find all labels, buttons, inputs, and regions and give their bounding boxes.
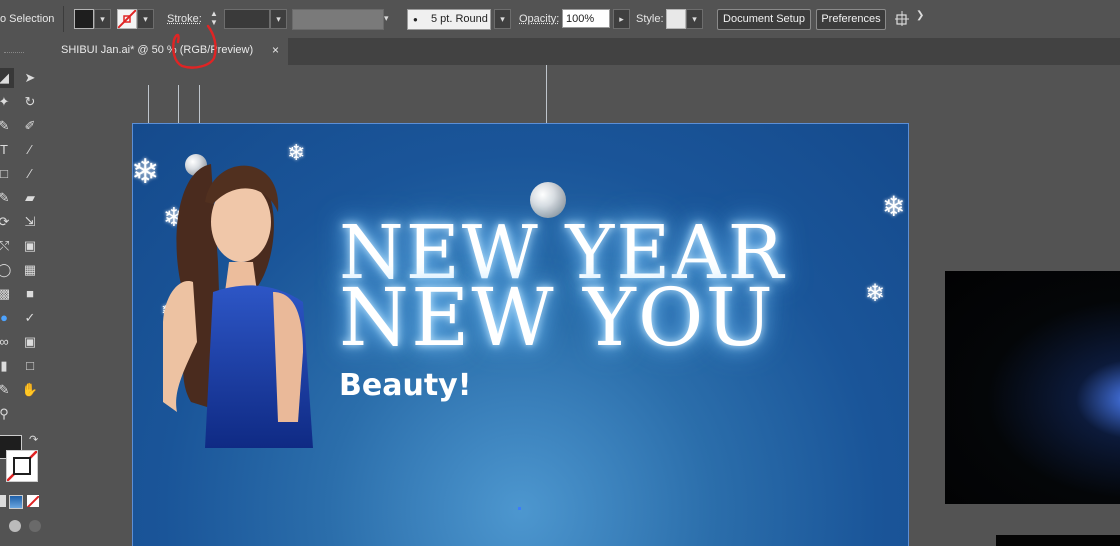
blend-icon[interactable]: ∞ <box>0 332 14 352</box>
stroke-swatch[interactable] <box>117 9 137 29</box>
opacity-field[interactable]: 100% <box>562 9 610 28</box>
brush-definition[interactable]: ● 5 pt. Round <box>407 9 491 30</box>
stroke-weight-dropdown-icon[interactable]: ▾ <box>270 9 287 29</box>
snowflake-icon: ❄ <box>865 280 886 307</box>
curvature-icon[interactable]: ✐ <box>20 116 40 136</box>
graph-icon[interactable]: ▮ <box>0 356 14 376</box>
preferences-button[interactable]: Preferences <box>816 9 886 30</box>
red-annotation-mark <box>172 24 217 69</box>
document-setup-button[interactable]: Document Setup <box>717 9 811 30</box>
style-dropdown-icon[interactable]: ▾ <box>686 9 703 29</box>
gradient-mode-icon[interactable] <box>9 495 23 509</box>
zoom-icon[interactable]: ⚲ <box>0 404 14 424</box>
scale-icon[interactable]: ⇲ <box>20 212 40 232</box>
draw-mode-icon[interactable] <box>9 520 21 532</box>
shape-builder-icon[interactable]: ◯ <box>0 260 14 280</box>
rectangle-icon[interactable]: □ <box>0 164 14 184</box>
selection-tool-icon[interactable]: ◢ <box>0 68 14 88</box>
placed-image-dark[interactable] <box>996 535 1120 546</box>
pen-icon[interactable]: ✎ <box>0 116 14 136</box>
beauty-subtext: Beauty! <box>339 368 472 403</box>
canvas-workspace[interactable]: ❄ ❄ ❄ ❄ ❄ ❄ NEW YEAR NEW YOU Beauty! <box>52 65 1120 546</box>
opacity-arrow-icon[interactable]: ▸ <box>613 9 630 29</box>
divider <box>63 6 64 32</box>
mesh-icon[interactable]: ▩ <box>0 284 14 304</box>
quick-actions-icon[interactable] <box>894 10 912 28</box>
profile-dropdown-icon[interactable]: ▾ <box>384 9 398 28</box>
eyedropper-icon[interactable]: ● <box>0 308 14 328</box>
shaper-icon[interactable]: ✎ <box>0 188 14 208</box>
opacity-label: Opacity: <box>519 13 560 25</box>
stroke-dropdown-icon[interactable]: ▾ <box>137 9 154 29</box>
free-transform-icon[interactable]: ▣ <box>20 236 40 256</box>
screen-mode-icon[interactable] <box>29 520 41 532</box>
stroke-weight-field[interactable] <box>224 9 270 29</box>
brush-dot-icon: ● <box>413 15 418 24</box>
document-tab-title: SHIBUI Jan.ai* @ 50 % (RGB/Preview) <box>61 44 254 56</box>
rotate-icon[interactable]: ⟳ <box>0 212 14 232</box>
selection-label: o Selection <box>0 13 55 25</box>
style-swatch[interactable] <box>666 9 686 29</box>
artboard-tool-icon[interactable]: □ <box>20 356 40 376</box>
fill-dropdown-icon[interactable]: ▾ <box>94 9 111 29</box>
chevron-down-icon[interactable]: ❯ <box>916 10 924 21</box>
eraser-icon[interactable]: ▰ <box>20 188 40 208</box>
tools-panel: ◢ ➤ ✦ ↻ ✎ ✐ T ∕ □ ∕ ✎ ▰ ⟳ ⇲ ⤲ ▣ ◯ ▦ ▩ ■ … <box>0 38 53 546</box>
model-photo <box>163 164 313 448</box>
width-icon[interactable]: ⤲ <box>0 236 14 256</box>
placed-image-light-flare[interactable] <box>945 271 1120 504</box>
snowflake-icon: ❄ <box>882 191 906 222</box>
artboard[interactable]: ❄ ❄ ❄ ❄ ❄ ❄ NEW YEAR NEW YOU Beauty! <box>132 123 909 546</box>
lasso-icon[interactable]: ↻ <box>20 92 40 112</box>
brush-dropdown-icon[interactable]: ▾ <box>494 9 511 29</box>
close-icon[interactable]: × <box>272 38 279 63</box>
color-mode-icon[interactable] <box>0 495 6 507</box>
swap-colors-icon[interactable]: ↷ <box>29 433 38 446</box>
perspective-icon[interactable]: ▦ <box>20 260 40 280</box>
hand-icon[interactable]: ✋ <box>20 380 40 400</box>
panel-grip[interactable] <box>4 52 24 55</box>
line-icon[interactable]: ∕ <box>20 140 40 160</box>
gradient-icon[interactable]: ■ <box>20 284 40 304</box>
type-icon[interactable]: T <box>0 140 14 160</box>
symbol-sprayer-icon[interactable]: ▣ <box>20 332 40 352</box>
eyedropper-icon-2[interactable]: ✓ <box>20 308 40 328</box>
no-stroke-icon <box>118 10 136 28</box>
style-label: Style: <box>636 13 664 25</box>
anchor-point[interactable] <box>518 507 521 510</box>
direct-selection-tool-icon[interactable]: ➤ <box>20 68 40 88</box>
headline-line-2: NEW YOU <box>339 271 775 364</box>
variable-width-profile[interactable] <box>292 9 384 30</box>
none-mode-icon[interactable] <box>27 495 39 507</box>
slice-icon[interactable]: ✎ <box>0 380 14 400</box>
stroke-color-box[interactable] <box>6 450 38 482</box>
paintbrush-icon[interactable]: ∕ <box>20 164 40 184</box>
fill-swatch[interactable] <box>74 9 94 29</box>
brush-value: 5 pt. Round <box>431 13 488 25</box>
none-stroke-icon <box>7 451 37 481</box>
magic-wand-icon[interactable]: ✦ <box>0 92 14 112</box>
